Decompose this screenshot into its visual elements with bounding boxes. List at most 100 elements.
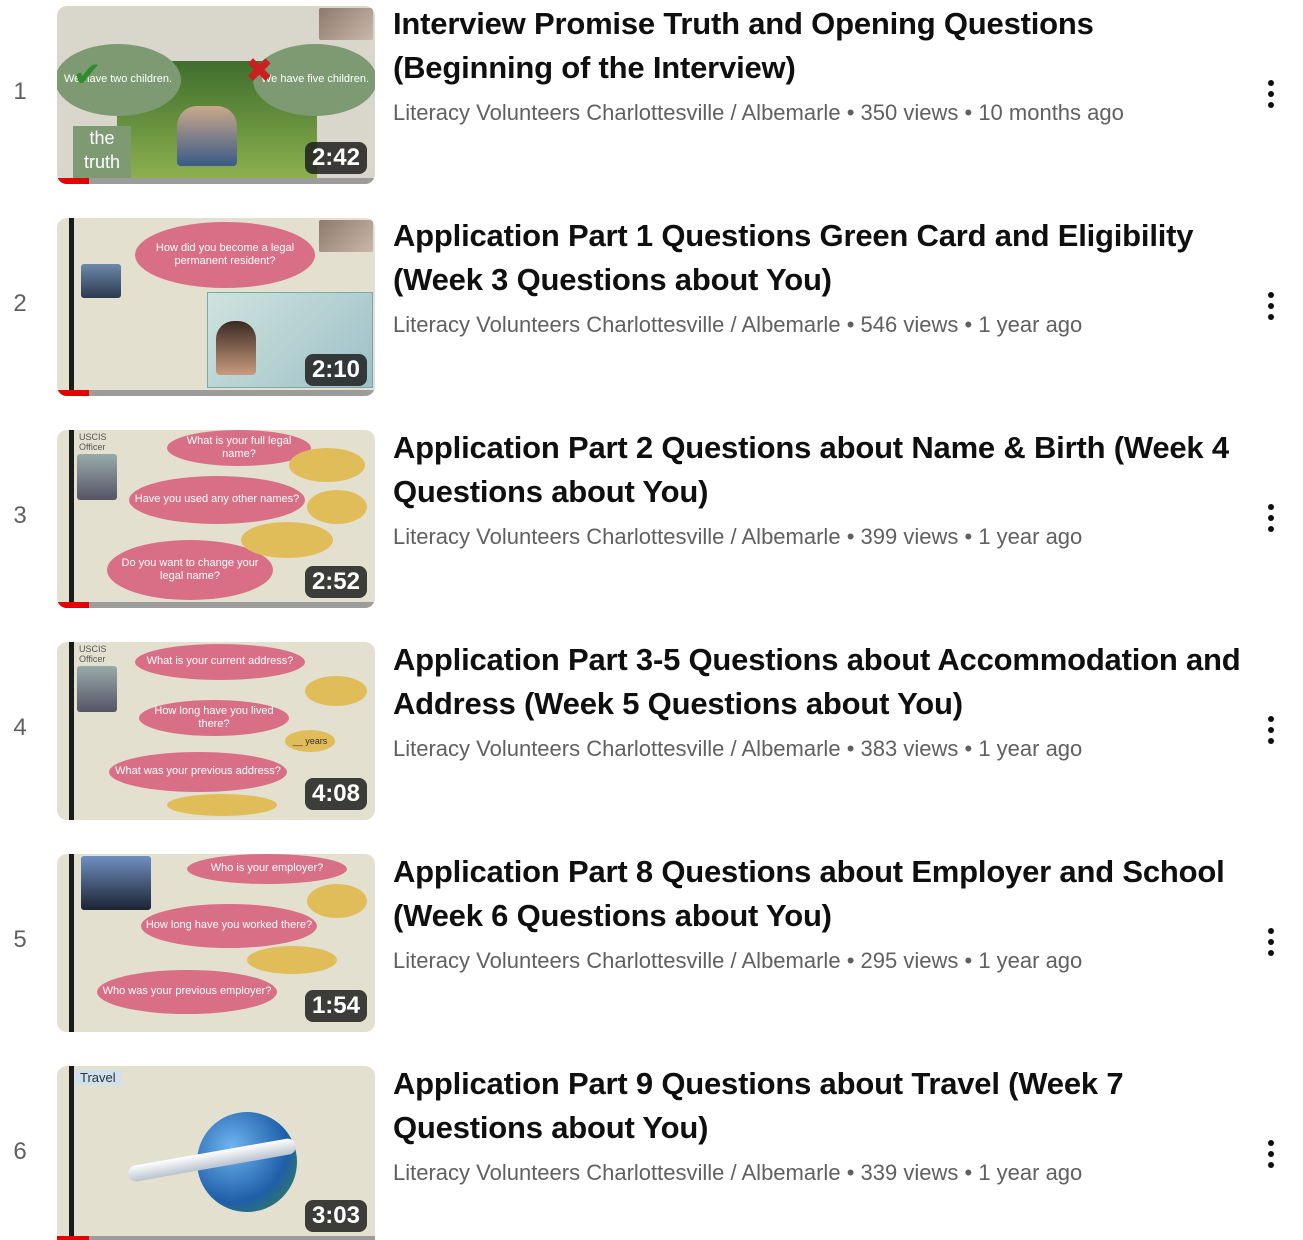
video-duration: 2:42 xyxy=(304,142,367,174)
playlist-item[interactable]: 1 We have two children. We have five chi… xyxy=(0,0,1303,212)
thumb-bubble: __ years xyxy=(285,730,335,752)
meta-separator: • xyxy=(964,948,973,973)
empty-bubble xyxy=(167,794,277,816)
more-actions-icon[interactable] xyxy=(1254,920,1288,964)
channel-name[interactable]: Literacy Volunteers Charlottesville / Al… xyxy=(393,1160,841,1185)
video-duration: 4:08 xyxy=(304,778,367,810)
meta-separator: • xyxy=(846,312,855,337)
watch-progress xyxy=(57,178,375,184)
channel-name[interactable]: Literacy Volunteers Charlottesville / Al… xyxy=(393,736,841,761)
view-count: 339 views xyxy=(860,1160,959,1185)
thumb-label: USCIS Officer xyxy=(79,644,107,664)
meta-separator: • xyxy=(964,524,973,549)
video-thumbnail[interactable]: We have two children. We have five child… xyxy=(57,6,375,184)
checkmark-icon: ✔ xyxy=(73,56,102,94)
item-index: 5 xyxy=(13,926,27,953)
upload-age: 1 year ago xyxy=(978,1160,1083,1185)
meta-separator: • xyxy=(964,736,973,761)
video-thumbnail[interactable]: USCIS Officer What is your full legal na… xyxy=(57,430,375,608)
thumb-label: Travel xyxy=(75,1070,121,1085)
view-count: 546 views xyxy=(860,312,959,337)
video-info: Application Part 8 Questions about Emplo… xyxy=(393,850,1243,976)
thumb-bubble: How long have you lived there? xyxy=(139,700,289,736)
cross-icon: ✖ xyxy=(245,52,274,90)
thumb-label: USCIS Officer xyxy=(79,432,107,452)
watch-progress-fill xyxy=(57,1236,89,1240)
video-duration: 3:03 xyxy=(304,1200,367,1232)
watch-progress-fill xyxy=(57,178,89,184)
video-title[interactable]: Interview Promise Truth and Opening Ques… xyxy=(393,2,1243,90)
video-thumbnail[interactable]: USCIS Officer What is your current addre… xyxy=(57,642,375,820)
thumb-bubble: Who is your employer? xyxy=(187,854,347,884)
upload-age: 10 months ago xyxy=(978,100,1124,125)
video-meta: Literacy Volunteers Charlottesville / Al… xyxy=(393,734,1243,764)
watch-progress xyxy=(57,1236,375,1240)
person-image xyxy=(81,856,151,910)
video-title[interactable]: Application Part 9 Questions about Trave… xyxy=(393,1062,1243,1150)
thumb-bubble: Who was your previous employer? xyxy=(97,970,277,1014)
playlist-item[interactable]: 5 Who is your employer? How long have yo… xyxy=(0,848,1303,1060)
video-thumbnail[interactable]: How did you become a legal permanent res… xyxy=(57,218,375,396)
upload-age: 1 year ago xyxy=(978,736,1083,761)
empty-bubble xyxy=(307,490,367,524)
upload-age: 1 year ago xyxy=(978,524,1083,549)
person-image xyxy=(77,454,117,500)
playlist-item[interactable]: 2 How did you become a legal permanent r… xyxy=(0,212,1303,424)
video-meta: Literacy Volunteers Charlottesville / Al… xyxy=(393,522,1243,552)
video-info: Interview Promise Truth and Opening Ques… xyxy=(393,2,1243,128)
video-title[interactable]: Application Part 3-5 Questions about Acc… xyxy=(393,638,1243,726)
thumb-bubble: Have you used any other names? xyxy=(129,476,305,524)
meta-separator: • xyxy=(846,100,855,125)
item-index: 2 xyxy=(13,290,27,317)
playlist-item[interactable]: 6 Travel 3:03 Application Part 9 Questio… xyxy=(0,1060,1303,1240)
view-count: 383 views xyxy=(860,736,959,761)
video-duration: 1:54 xyxy=(304,990,367,1022)
video-info: Application Part 3-5 Questions about Acc… xyxy=(393,638,1243,764)
more-actions-icon[interactable] xyxy=(1254,496,1288,540)
video-title[interactable]: Application Part 2 Questions about Name … xyxy=(393,426,1243,514)
video-info: Application Part 1 Questions Green Card … xyxy=(393,214,1243,340)
presenter-avatar xyxy=(319,220,373,252)
thumb-bubble: How did you become a legal permanent res… xyxy=(135,222,315,288)
watch-progress xyxy=(57,602,375,608)
presenter-avatar xyxy=(319,8,373,40)
watch-progress xyxy=(57,390,375,396)
item-index: 4 xyxy=(13,714,27,741)
playlist-item[interactable]: 4 USCIS Officer What is your current add… xyxy=(0,636,1303,848)
empty-bubble xyxy=(247,946,337,974)
meta-separator: • xyxy=(846,524,855,549)
item-index: 3 xyxy=(13,502,27,529)
more-actions-icon[interactable] xyxy=(1254,72,1288,116)
channel-name[interactable]: Literacy Volunteers Charlottesville / Al… xyxy=(393,524,841,549)
more-actions-icon[interactable] xyxy=(1254,1132,1288,1176)
watch-progress-fill xyxy=(57,390,89,396)
meta-separator: • xyxy=(846,1160,855,1185)
thumb-bubble: What is your current address? xyxy=(135,644,305,680)
upload-age: 1 year ago xyxy=(978,312,1083,337)
channel-name[interactable]: Literacy Volunteers Charlottesville / Al… xyxy=(393,100,841,125)
meta-separator: • xyxy=(964,1160,973,1185)
video-thumbnail[interactable]: Travel 3:03 xyxy=(57,1066,375,1240)
playlist-item[interactable]: 3 USCIS Officer What is your full legal … xyxy=(0,424,1303,636)
empty-bubble xyxy=(289,448,365,482)
more-actions-icon[interactable] xyxy=(1254,708,1288,752)
more-actions-icon[interactable] xyxy=(1254,284,1288,328)
meta-separator: • xyxy=(964,100,973,125)
video-thumbnail[interactable]: Who is your employer? How long have you … xyxy=(57,854,375,1032)
meta-separator: • xyxy=(846,736,855,761)
view-count: 295 views xyxy=(860,948,959,973)
view-count: 399 views xyxy=(860,524,959,549)
video-duration: 2:10 xyxy=(304,354,367,386)
channel-name[interactable]: Literacy Volunteers Charlottesville / Al… xyxy=(393,312,841,337)
upload-age: 1 year ago xyxy=(978,948,1083,973)
video-meta: Literacy Volunteers Charlottesville / Al… xyxy=(393,1158,1243,1188)
video-meta: Literacy Volunteers Charlottesville / Al… xyxy=(393,946,1243,976)
item-index: 6 xyxy=(13,1138,27,1165)
video-duration: 2:52 xyxy=(304,566,367,598)
video-title[interactable]: Application Part 8 Questions about Emplo… xyxy=(393,850,1243,938)
view-count: 350 views xyxy=(860,100,959,125)
channel-name[interactable]: Literacy Volunteers Charlottesville / Al… xyxy=(393,948,841,973)
video-title[interactable]: Application Part 1 Questions Green Card … xyxy=(393,214,1243,302)
thumb-label: the truth xyxy=(73,126,131,178)
meta-separator: • xyxy=(846,948,855,973)
